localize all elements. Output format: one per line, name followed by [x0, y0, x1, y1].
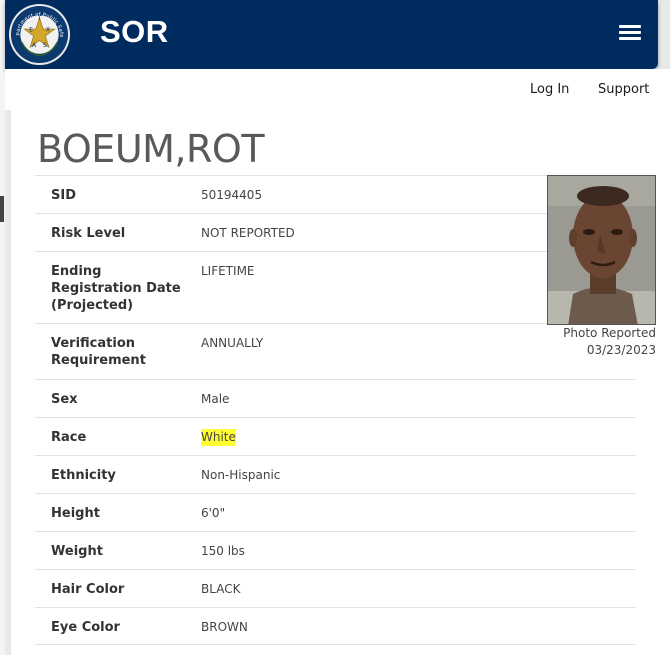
table-row-race: Race White: [35, 417, 636, 455]
row-label: Verification Requirement: [51, 336, 146, 368]
site-header: Department of Public Safety T E X A S SO…: [5, 0, 658, 69]
row-value: BROWN: [201, 620, 248, 634]
photo-caption: Photo Reported 03/23/2023: [531, 325, 656, 359]
scroll-marker: [0, 196, 4, 222]
offender-photo[interactable]: [547, 175, 656, 325]
row-value-highlighted: White: [201, 429, 236, 446]
row-value: Non-Hispanic: [201, 468, 281, 482]
row-value: 50194405: [201, 188, 263, 202]
table-row-eye-color: Eye Color BROWN: [35, 607, 636, 645]
row-label: Risk Level: [51, 226, 126, 241]
photo-date: 03/23/2023: [586, 343, 656, 357]
photo-caption-title: Photo Reported: [563, 326, 656, 340]
offender-name: BOEUM,ROT: [37, 127, 265, 171]
svg-text:X: X: [46, 28, 50, 34]
row-value: 6'0": [201, 506, 226, 520]
svg-text:A: A: [32, 43, 36, 49]
table-row-sex: Sex Male: [35, 379, 636, 417]
table-row-hair-color: Hair Color BLACK: [35, 569, 636, 607]
table-row-sid: SID 50194405: [35, 175, 636, 213]
hamburger-menu-icon[interactable]: [619, 23, 643, 43]
row-label: Weight: [51, 544, 103, 559]
offender-record-card: BOEUM,ROT SID 50194405 Risk Level NOT RE…: [10, 110, 670, 655]
row-label: Eye Color: [51, 620, 120, 635]
row-label: Sex: [51, 392, 78, 407]
row-value: NOT REPORTED: [201, 226, 295, 240]
top-nav: Log In Support: [5, 69, 670, 110]
table-row-height: Height 6'0": [35, 493, 636, 531]
support-link[interactable]: Support: [598, 82, 649, 97]
table-row-ending-registration-date: Ending Registration Date (Projected) LIF…: [35, 251, 636, 323]
site-title[interactable]: SOR: [100, 14, 169, 50]
row-label: Race: [51, 430, 87, 445]
svg-text:S: S: [43, 43, 47, 49]
svg-text:E: E: [29, 28, 33, 34]
row-label: Hair Color: [51, 582, 125, 597]
row-label: Height: [51, 506, 100, 521]
row-label: Ethnicity: [51, 468, 116, 483]
row-value: ANNUALLY: [201, 336, 264, 350]
table-row-weight: Weight 150 lbs: [35, 531, 636, 569]
dps-seal-logo[interactable]: Department of Public Safety T E X A S: [8, 3, 71, 66]
portrait-image: [548, 176, 655, 324]
row-value: BLACK: [201, 582, 241, 596]
login-link[interactable]: Log In: [530, 82, 569, 97]
row-label: Ending Registration Date (Projected): [51, 264, 181, 313]
table-row-ethnicity: Ethnicity Non-Hispanic: [35, 455, 636, 493]
row-value: LIFETIME: [201, 264, 255, 278]
row-label: SID: [51, 188, 76, 203]
offender-details-table: SID 50194405 Risk Level NOT REPORTED End…: [35, 175, 636, 645]
table-row-risk-level: Risk Level NOT REPORTED: [35, 213, 636, 251]
svg-text:T: T: [37, 16, 42, 22]
row-value: 150 lbs: [201, 544, 245, 558]
row-value: Male: [201, 392, 230, 406]
